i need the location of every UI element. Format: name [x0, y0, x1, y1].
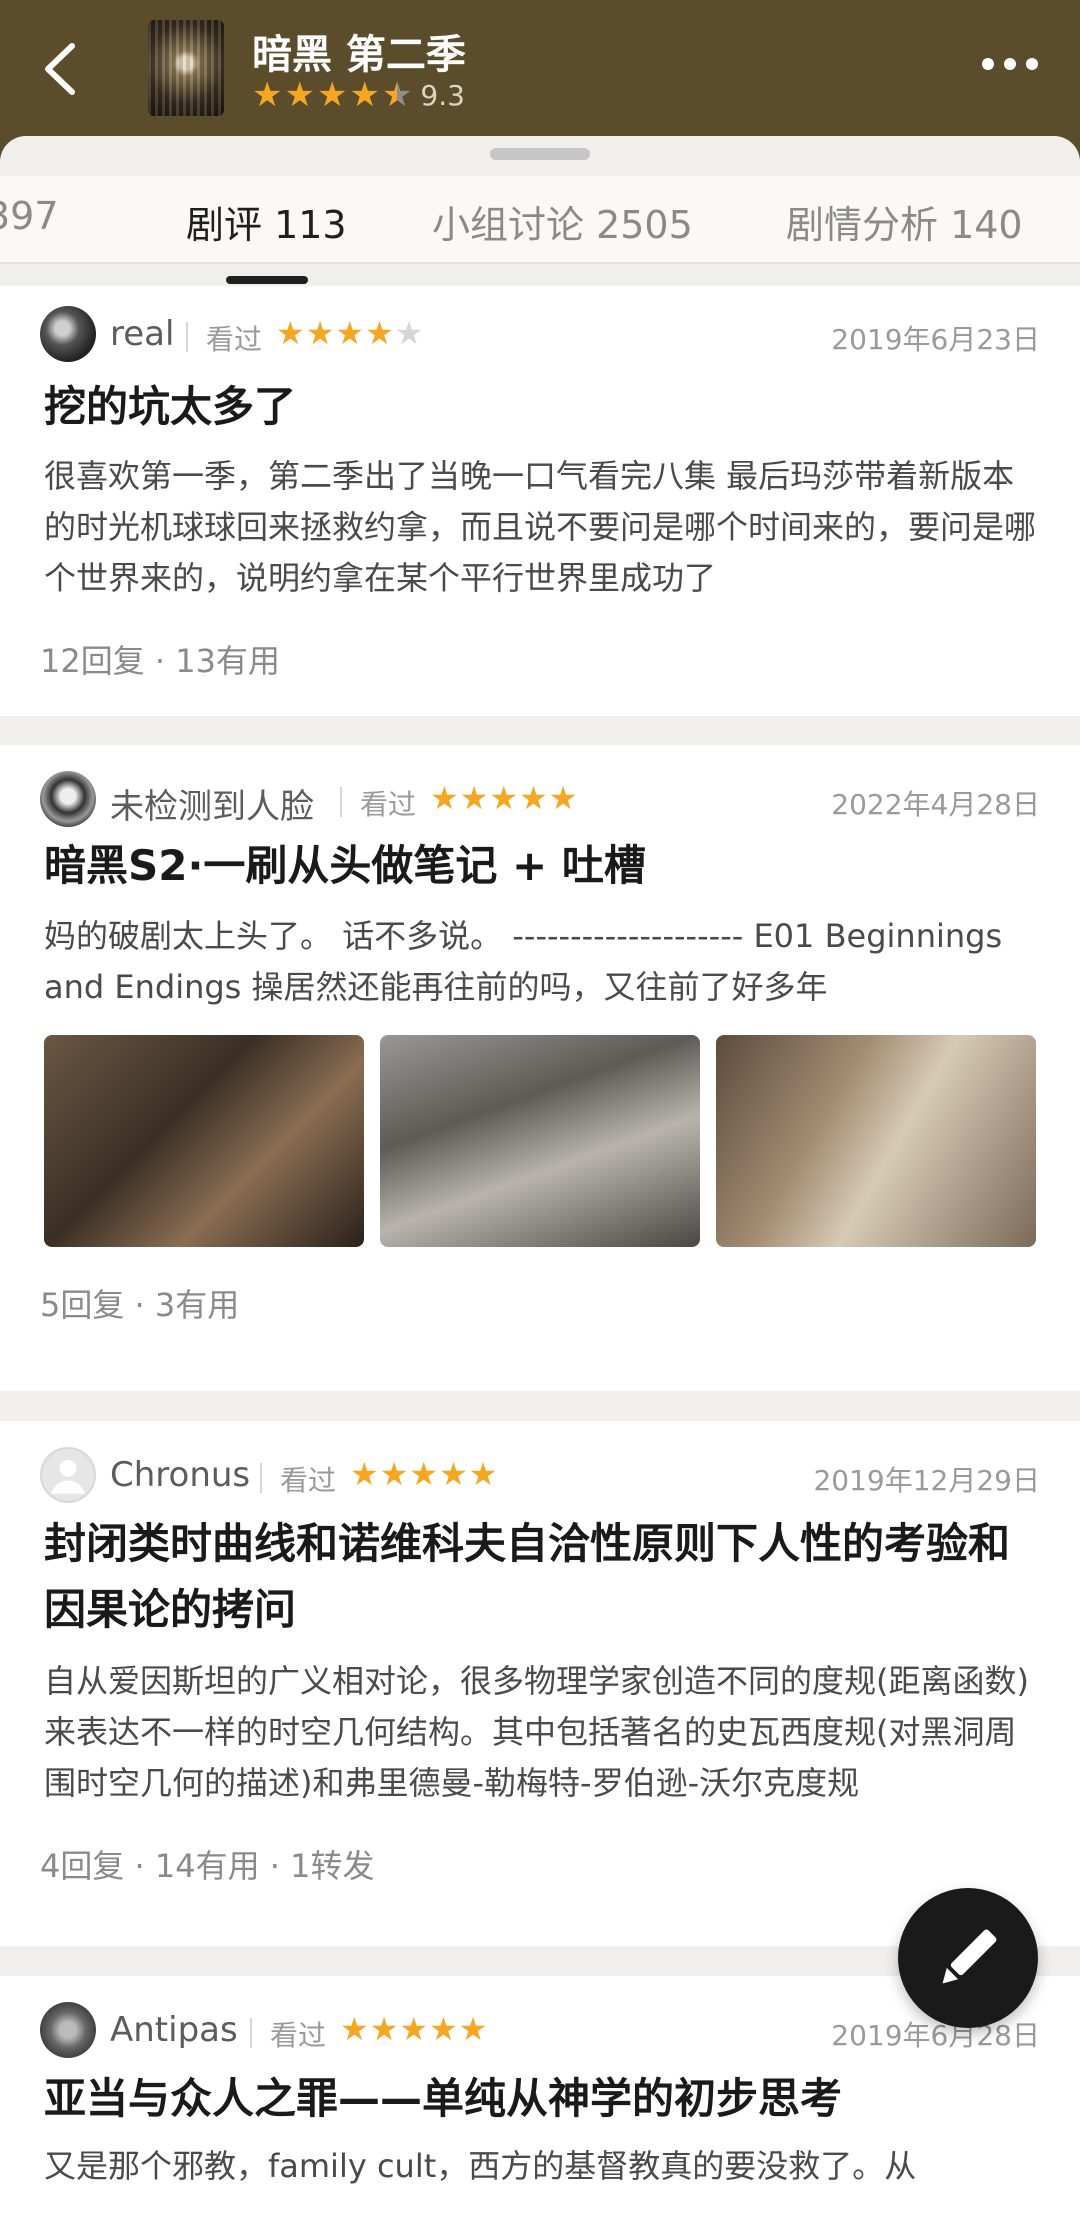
star-icon: ★: [429, 2010, 458, 2048]
watch-status: 看过: [360, 788, 417, 821]
avatar[interactable]: [40, 306, 96, 362]
username[interactable]: 未检测到人脸: [110, 779, 314, 828]
review-excerpt[interactable]: 很喜欢第一季，第二季出了当晚一口气看完八集 最后玛莎带着新版本的时光机球球回来拯…: [44, 451, 1040, 604]
review-stars: ★ ★ ★ ★ ★: [340, 2012, 487, 2046]
poster-thumbnail[interactable]: [148, 20, 224, 116]
review-date: 2019年12月29日: [813, 1464, 1040, 1497]
review-excerpt[interactable]: 自从爱因斯坦的广义相对论，很多物理学家创造不同的度规(距离函数)来表达不一样的时…: [44, 1656, 1040, 1809]
review-excerpt[interactable]: 又是那个邪教，family cult，西方的基督教真的要没救了。从: [44, 2141, 1040, 2192]
review-title[interactable]: 挖的坑太多了: [44, 374, 1044, 440]
review-date: 2022年4月28日: [831, 788, 1040, 821]
star-icon: ★: [305, 314, 335, 352]
review-stats: 4回复 · 14有用 · 1转发: [40, 1847, 375, 1885]
pencil-icon: [942, 1929, 997, 1984]
watch-status: 看过: [206, 323, 263, 356]
star-icon: ★: [459, 779, 489, 817]
rating-score: 9.3: [420, 78, 465, 112]
avatar[interactable]: [40, 771, 96, 827]
review-excerpt[interactable]: 妈的破剧太上头了。 话不多说。 -------------------- E01…: [44, 911, 1040, 1013]
watch-status: 看过: [270, 2019, 327, 2052]
review-date: 2019年6月23日: [831, 323, 1040, 356]
star-icon: ★: [284, 75, 315, 115]
star-icon: ★: [439, 1455, 468, 1493]
more-horizontal-icon[interactable]: [982, 58, 1038, 70]
page-title: 暗黑 第二季: [252, 32, 466, 78]
review-stars: ★ ★ ★ ★ ★: [350, 1457, 497, 1491]
write-review-button[interactable]: [898, 1888, 1038, 2028]
review-image[interactable]: [44, 1035, 364, 1247]
username[interactable]: Antipas: [110, 2010, 238, 2050]
tab-bar: 397 剧评 113 小组讨论 2505 剧情分析 140: [0, 176, 1080, 264]
review-images: [44, 1035, 1040, 1247]
star-icon: ★: [468, 1455, 498, 1493]
divider: [250, 2018, 252, 2048]
review-card[interactable]: 未检测到人脸 看过 ★ ★ ★ ★ ★ 2022年4月28日 暗黑S2·一刷从头…: [0, 745, 1080, 1391]
review-stars: ★ ★ ★ ★ ★: [430, 781, 577, 815]
star-icon: ★: [394, 314, 424, 352]
star-icon: ★: [409, 1455, 439, 1493]
review-title[interactable]: 封闭类时曲线和诺维科夫自洽性原则下人性的考验和因果论的拷问: [44, 1511, 1044, 1643]
review-stars: ★ ★ ★ ★ ★: [276, 316, 423, 350]
star-icon: ★: [430, 779, 459, 817]
star-icon: ★: [340, 2010, 369, 2048]
chevron-left-icon[interactable]: [34, 36, 94, 102]
tab-plot-analysis[interactable]: 剧情分析 140: [786, 194, 1023, 249]
default-user-icon: [51, 1460, 85, 1494]
avatar[interactable]: [40, 1447, 96, 1503]
review-card[interactable]: real 看过 ★ ★ ★ ★ ★ 2019年6月23日 挖的坑太多了 很喜欢第…: [0, 286, 1080, 716]
star-icon: ★: [252, 75, 283, 115]
star-icon: ★: [316, 75, 348, 115]
star-icon: ★: [349, 75, 380, 115]
star-icon: ★: [458, 2010, 488, 2048]
star-icon: ★: [369, 2010, 399, 2048]
star-icon: ★: [365, 314, 394, 352]
divider: [340, 787, 342, 817]
divider: [186, 322, 188, 352]
star-half-icon: ★: [381, 75, 413, 115]
star-icon: ★: [379, 1455, 409, 1493]
watch-status: 看过: [280, 1464, 337, 1497]
review-image[interactable]: [716, 1035, 1036, 1247]
star-icon: ★: [350, 1455, 379, 1493]
star-icon: ★: [548, 779, 578, 817]
star-icon: ★: [519, 779, 548, 817]
star-icon: ★: [335, 314, 365, 352]
active-tab-indicator: [226, 276, 308, 284]
review-stats: 5回复 · 3有用: [40, 1286, 240, 1324]
avatar[interactable]: [40, 2002, 96, 2058]
review-image[interactable]: [380, 1035, 700, 1247]
divider: [260, 1463, 262, 1493]
review-stats: 12回复 · 13有用: [40, 642, 280, 680]
star-icon: ★: [276, 314, 305, 352]
review-title[interactable]: 暗黑S2·一刷从头做笔记 + 吐槽: [44, 833, 1044, 899]
username[interactable]: real: [110, 314, 174, 354]
review-title[interactable]: 亚当与众人之罪——单纯从神学的初步思考: [44, 2066, 1044, 2132]
star-icon: ★: [399, 2010, 429, 2048]
review-card[interactable]: Chronus 看过 ★ ★ ★ ★ ★ 2019年12月29日 封闭类时曲线和…: [0, 1421, 1080, 1946]
rating-stars: ★ ★ ★ ★ ★: [252, 78, 412, 112]
star-icon: ★: [489, 779, 519, 817]
drag-handle[interactable]: [490, 148, 590, 160]
username[interactable]: Chronus: [110, 1455, 250, 1495]
tab-group-discussion[interactable]: 小组讨论 2505: [432, 194, 693, 249]
tab-short-reviews[interactable]: 397: [0, 194, 59, 238]
tab-reviews[interactable]: 剧评 113: [186, 194, 347, 249]
rating: ★ ★ ★ ★ ★ 9.3: [252, 78, 465, 112]
